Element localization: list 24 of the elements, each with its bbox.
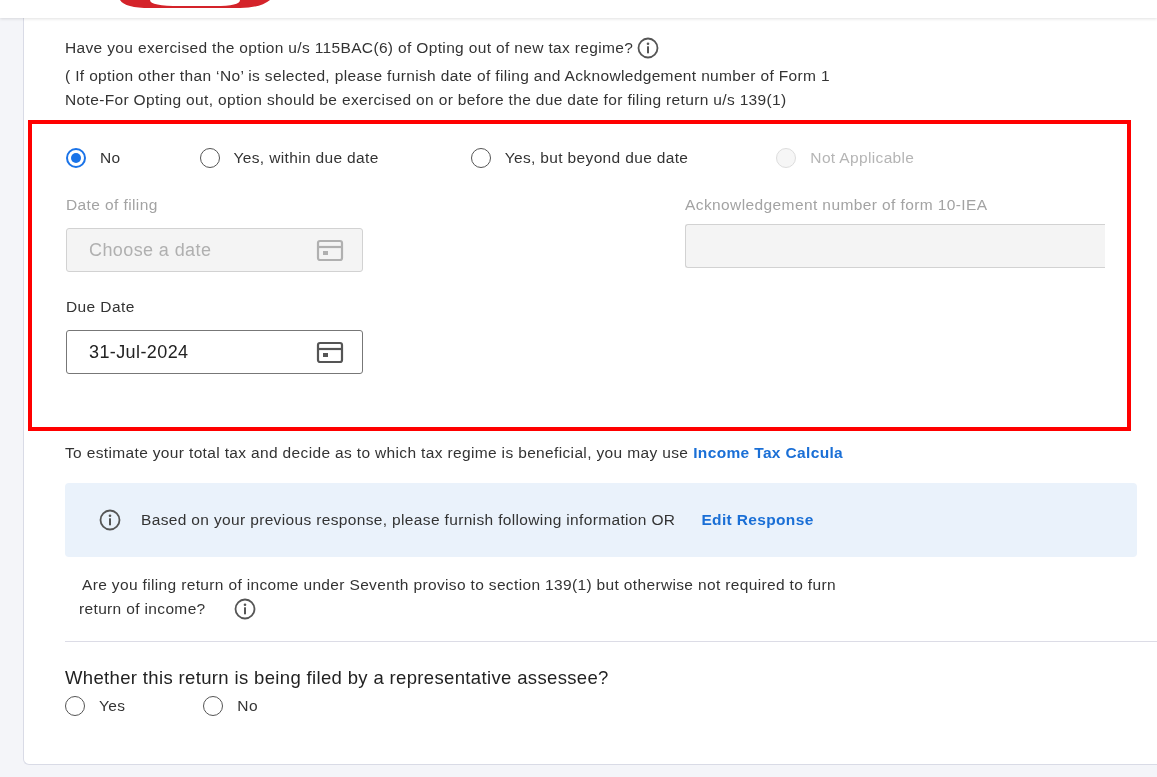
estimate-text: To estimate your total tax and decide as to which tax regime is beneficial, you may use (65, 443, 689, 463)
radio-option[interactable]: Yes, within due date (199, 148, 379, 168)
edit-response-link[interactable]: Edit Response (701, 511, 814, 529)
question-text: Are you filing return of income under Seventh proviso to section 139(1) but otherwise not required to furn (81, 575, 837, 595)
field-label: Acknowledgement number of form 10-IEA (685, 196, 989, 214)
calendar-icon[interactable] (316, 340, 344, 364)
radio-option[interactable]: No (66, 148, 121, 168)
logo-icon (120, 0, 270, 8)
date-field[interactable]: 31-Jul-2024 (66, 330, 363, 374)
field-label: Due Date (66, 298, 136, 316)
info-icon[interactable] (99, 509, 121, 531)
radio-option[interactable]: Yes, but beyond due date (470, 148, 689, 168)
question-text: Whether this return is being filed by a representative assessee? (65, 666, 610, 690)
info-icon[interactable] (233, 598, 256, 620)
question-text: return of income? (79, 599, 206, 619)
radio-option[interactable]: No (203, 696, 258, 716)
radio-option[interactable]: Yes (65, 696, 126, 716)
question-text: Have you exercised the option u/s 115BAC(6) of Opting out of new tax regime? (65, 38, 634, 58)
info-icon[interactable] (637, 37, 660, 59)
calculator-link[interactable]: Income Tax Calcula (693, 444, 844, 462)
note-text: ( If option other than ‘No’ is selected, please furnish date of filing and Acknowledgement number of Form 1 (65, 66, 831, 86)
note-text: Note-For Opting out, option should be exercised on or before the due date for filing return u/s 139(1) (65, 90, 788, 110)
field-label: Date of filing (66, 196, 159, 214)
banner-text: Based on your previous response, please furnish following information OR (141, 510, 676, 530)
